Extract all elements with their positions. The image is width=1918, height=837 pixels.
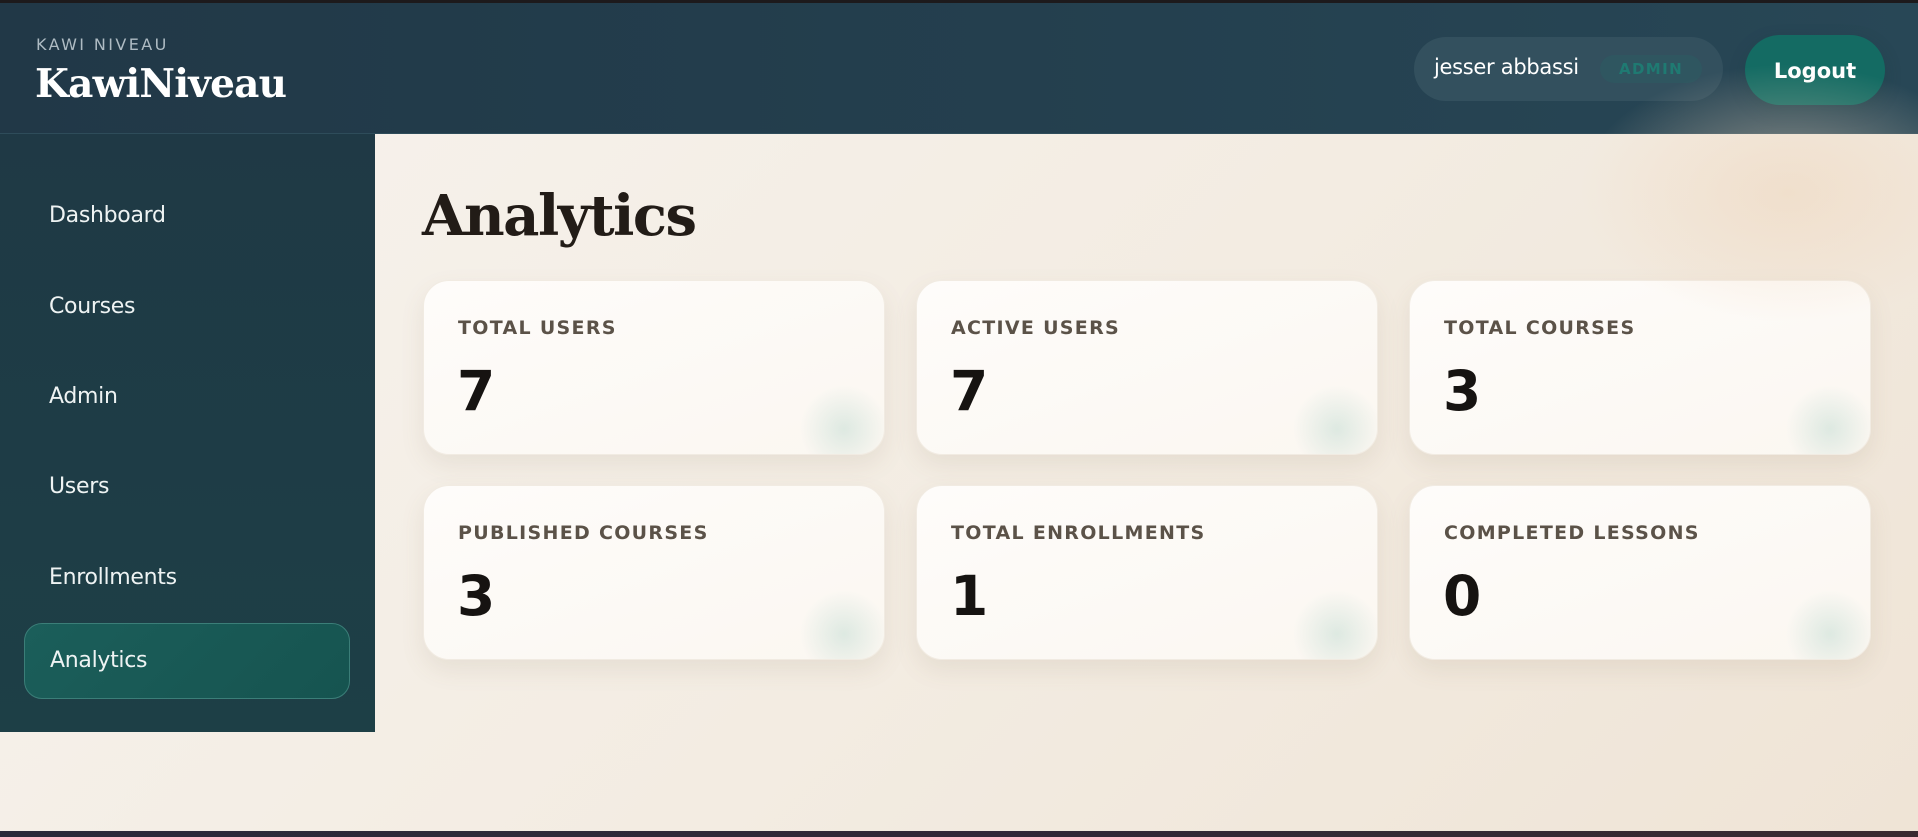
stat-value: 7 (950, 359, 989, 423)
logout-button[interactable]: Logout (1745, 35, 1885, 105)
stat-card-total-enrollments: TOTAL ENROLLMENTS 1 (916, 485, 1378, 660)
sidebar-item-enrollments[interactable]: Enrollments (24, 541, 350, 617)
sidebar-item-label: Users (49, 474, 110, 499)
app-window: KAWI NIVEAU KawiNiveau jesser abbassi AD… (0, 3, 1918, 831)
top-header: KAWI NIVEAU KawiNiveau jesser abbassi AD… (0, 3, 1918, 134)
stat-label: TOTAL COURSES (1444, 317, 1636, 339)
sidebar-item-courses[interactable]: Courses (24, 270, 350, 346)
stat-card-published-courses: PUBLISHED COURSES 3 (423, 485, 885, 660)
brand-eyebrow: KAWI NIVEAU (36, 35, 169, 54)
sidebar-item-admin[interactable]: Admin (24, 360, 350, 436)
stat-label: TOTAL ENROLLMENTS (951, 522, 1206, 544)
sidebar-item-users[interactable]: Users (24, 450, 350, 526)
stat-label: PUBLISHED COURSES (458, 522, 709, 544)
stat-card-completed-lessons: COMPLETED LESSONS 0 (1409, 485, 1871, 660)
brand-logo[interactable]: KawiNiveau (35, 61, 287, 107)
stat-value: 7 (457, 359, 496, 423)
stat-label: ACTIVE USERS (951, 317, 1120, 339)
sidebar-item-label: Courses (49, 294, 136, 319)
stat-card-total-users: TOTAL USERS 7 (423, 280, 885, 455)
stat-value: 1 (950, 564, 989, 628)
sidebar-item-dashboard[interactable]: Dashboard (24, 179, 350, 255)
user-pill: jesser abbassi ADMIN (1414, 37, 1723, 101)
stat-card-active-users: ACTIVE USERS 7 (916, 280, 1378, 455)
window-bottom-edge (0, 831, 1918, 837)
sidebar-item-analytics[interactable]: Analytics (24, 623, 350, 699)
page-title: Analytics (422, 183, 697, 249)
sidebar-item-label: Analytics (50, 648, 148, 673)
stat-card-total-courses: TOTAL COURSES 3 (1409, 280, 1871, 455)
stat-value: 3 (1443, 359, 1482, 423)
stat-label: TOTAL USERS (458, 317, 617, 339)
stat-value: 3 (457, 564, 496, 628)
role-badge: ADMIN (1600, 55, 1702, 83)
stat-label: COMPLETED LESSONS (1444, 522, 1700, 544)
sidebar-item-label: Dashboard (49, 203, 166, 228)
user-name: jesser abbassi (1434, 55, 1579, 79)
sidebar-item-label: Admin (49, 384, 118, 409)
stat-value: 0 (1443, 564, 1482, 628)
sidebar-item-label: Enrollments (49, 565, 177, 590)
sidebar: Dashboard Courses Admin Users Enrollment… (0, 134, 375, 732)
